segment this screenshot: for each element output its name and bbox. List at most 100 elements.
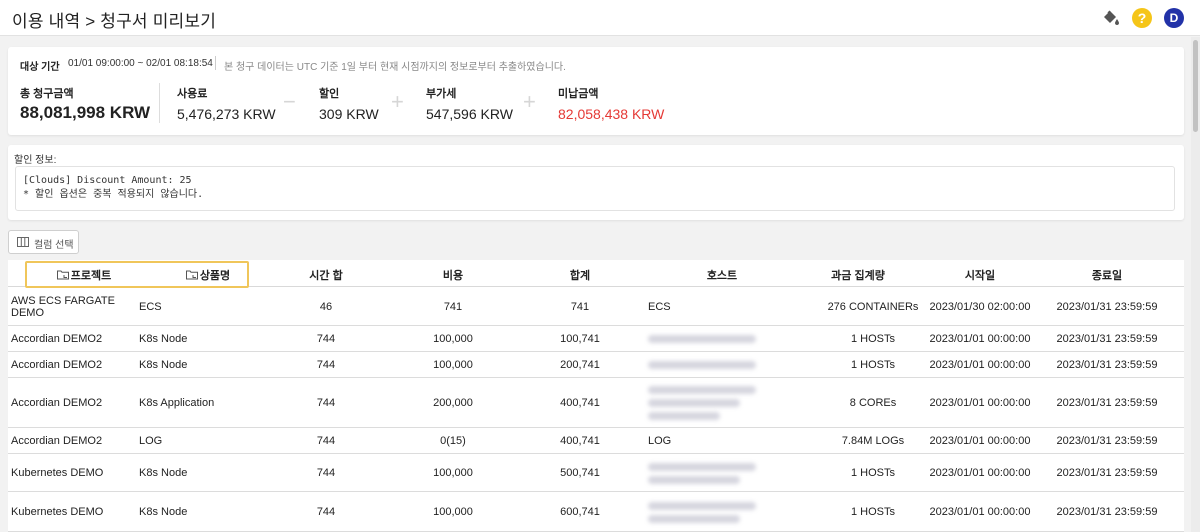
redacted-host: [648, 361, 756, 369]
cell-hours: 744: [316, 397, 336, 409]
table-row[interactable]: Accordian DEMO2 K8s Application 744 200,000…: [8, 378, 1184, 428]
cell-sum: 200,741: [560, 359, 600, 371]
cell-start-date: 2023/01/01 00:00:00: [929, 333, 1031, 345]
cell-start-date: 2023/01/01 00:00:00: [929, 506, 1031, 518]
vat-value: 547,596 KRW: [426, 106, 513, 122]
cell-start-date: 2023/01/01 00:00:00: [929, 359, 1031, 371]
cell-host: ECS: [648, 301, 671, 313]
cell-cost: 100,000: [433, 506, 473, 518]
page-title: 이용 내역 > 청구서 미리보기: [12, 12, 217, 31]
cell-host: [648, 335, 808, 348]
cell-start-date: 2023/01/30 02:00:00: [929, 301, 1031, 313]
unpaid-value: 82,058,438 KRW: [558, 106, 665, 122]
cell-project: AWS ECS FARGATE DEMO: [11, 295, 115, 319]
column-header-usage-amount[interactable]: 과금 집계량: [808, 267, 908, 283]
table-row[interactable]: Accordian DEMO2 K8s Node 744 100,000 200,741…: [8, 352, 1184, 378]
cell-start-date: 2023/01/01 00:00:00: [929, 467, 1031, 479]
usage-value: 5,476,273 KRW: [177, 106, 276, 122]
usage-label: 사용료: [177, 88, 208, 100]
columns-icon: [17, 237, 29, 247]
avatar[interactable]: D: [1164, 8, 1184, 28]
table-row[interactable]: AWS ECS FARGATE DEMO ECS 46 741 741 ECS 276 CO…: [8, 288, 1184, 326]
cell-end-date: 2023/01/31 23:59:59: [1056, 435, 1158, 447]
plus-operator: +: [391, 89, 404, 114]
column-header-cost[interactable]: 비용: [413, 267, 493, 283]
period-range: 01/01 09:00:00 ~ 02/01 08:18:54: [68, 58, 213, 69]
cell-hours: 744: [316, 435, 336, 447]
cell-project: Kubernetes DEMO: [11, 467, 104, 479]
cell-host: [648, 361, 808, 374]
cell-hours: 744: [316, 467, 336, 479]
cell-start-date: 2023/01/01 00:00:00: [929, 435, 1031, 447]
cell-end-date: 2023/01/31 23:59:59: [1056, 359, 1158, 371]
cell-cost: 100,000: [433, 359, 473, 371]
cell-project: Accordian DEMO2: [11, 333, 103, 345]
cell-cost: 100,000: [433, 333, 473, 345]
column-header-end-date[interactable]: 종료일: [1067, 267, 1147, 283]
minus-operator: −: [283, 89, 296, 114]
cell-cost: 741: [443, 301, 463, 313]
discount-info-line: * 할인 옵션은 중복 적용되지 않습니다.: [23, 189, 204, 200]
redacted-host: [648, 399, 740, 407]
cell-project: Accordian DEMO2: [11, 397, 103, 409]
cell-sum: 500,741: [560, 467, 600, 479]
cell-hours: 46: [319, 301, 333, 313]
column-header-hours[interactable]: 시간 합: [286, 267, 366, 283]
cell-end-date: 2023/01/31 23:59:59: [1056, 467, 1158, 479]
cell-product: K8s Node: [139, 333, 188, 345]
cell-hours: 744: [316, 506, 336, 518]
cell-project: Accordian DEMO2: [11, 435, 103, 447]
cell-host: [648, 386, 808, 425]
cell-sum: 100,741: [560, 333, 600, 345]
redacted-host: [648, 386, 756, 394]
paint-bucket-icon[interactable]: [1101, 9, 1121, 27]
header-highlight-box: [25, 261, 249, 288]
discount-info-card: 할인 정보: [Clouds] Discount Amount: 25 * 할인…: [8, 145, 1184, 220]
column-select-label: 컬럼 선택: [34, 240, 74, 251]
cell-sum: 600,741: [560, 506, 600, 518]
cell-product: K8s Node: [139, 467, 188, 479]
cell-sum: 400,741: [560, 435, 600, 447]
redacted-host: [648, 502, 756, 510]
column-header-start-date[interactable]: 시작일: [940, 267, 1020, 283]
cell-cost: 0(15): [440, 435, 466, 447]
table-row[interactable]: Accordian DEMO2 LOG 744 0(15) 400,741 LOG 7.84…: [8, 428, 1184, 454]
redacted-host: [648, 412, 720, 420]
column-select-button[interactable]: 컬럼 선택: [8, 230, 79, 254]
cell-end-date: 2023/01/31 23:59:59: [1056, 506, 1158, 518]
cell-product: K8s Application: [139, 397, 215, 409]
table-row[interactable]: Accordian DEMO2 K8s Node 744 100,000 100,741…: [8, 326, 1184, 352]
cell-sum: 400,741: [560, 397, 600, 409]
discount-value: 309 KRW: [319, 106, 379, 122]
cell-host: [648, 502, 808, 528]
discount-label: 할인: [319, 88, 340, 100]
plus-operator: +: [523, 89, 536, 114]
scrollbar-thumb[interactable]: [1193, 40, 1198, 132]
billing-table: 프로젝트 상품명 시간 합 비용 합계 호스트 과금 집계량 시작일 종료일 A…: [8, 260, 1184, 532]
help-icon[interactable]: ?: [1132, 8, 1152, 28]
table-row[interactable]: Kubernetes DEMO K8s Node 744 100,000 600,741…: [8, 492, 1184, 532]
cell-end-date: 2023/01/31 23:59:59: [1056, 333, 1158, 345]
discount-info-line: [Clouds] Discount Amount: 25: [23, 175, 192, 186]
period-divider: [215, 56, 216, 70]
cell-project: Kubernetes DEMO: [11, 506, 104, 518]
cell-product: ECS: [139, 301, 162, 313]
discount-info-box: [Clouds] Discount Amount: 25 * 할인 옵션은 중복…: [15, 166, 1175, 211]
redacted-host: [648, 335, 756, 343]
cell-hours: 744: [316, 333, 336, 345]
cell-product: K8s Node: [139, 506, 188, 518]
cell-end-date: 2023/01/31 23:59:59: [1056, 301, 1158, 313]
cell-project: Accordian DEMO2: [11, 359, 103, 371]
summary-divider: [159, 83, 160, 123]
table-row[interactable]: Kubernetes DEMO K8s Node 744 100,000 500,741…: [8, 454, 1184, 492]
top-bar: 이용 내역 > 청구서 미리보기 ? D: [0, 0, 1200, 36]
period-label: 대상 기간: [20, 62, 60, 73]
column-header-host[interactable]: 호스트: [682, 267, 762, 283]
cell-hours: 744: [316, 359, 336, 371]
cell-end-date: 2023/01/31 23:59:59: [1056, 397, 1158, 409]
cell-host: [648, 463, 808, 489]
period-note: 본 청구 데이터는 UTC 기준 1일 부터 현재 시점까지의 정보로부터 추출…: [224, 62, 566, 73]
billing-summary-card: 대상 기간 01/01 09:00:00 ~ 02/01 08:18:54 본 …: [8, 47, 1184, 135]
column-header-sum[interactable]: 합계: [540, 267, 620, 283]
vat-label: 부가세: [426, 88, 457, 100]
